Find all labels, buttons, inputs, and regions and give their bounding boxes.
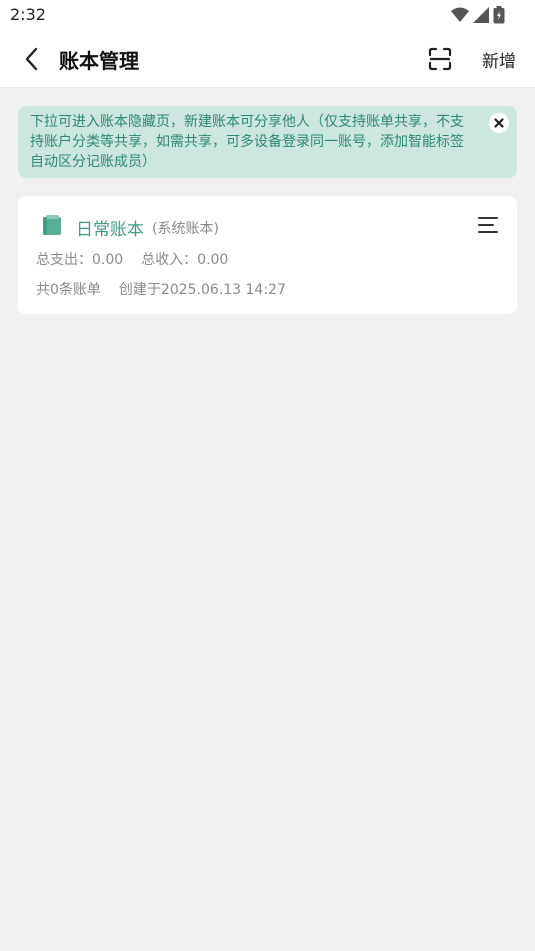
menu-icon[interactable] [477, 215, 499, 235]
wifi-icon [451, 7, 469, 22]
scan-icon [428, 47, 452, 71]
chevron-left-icon [25, 47, 38, 71]
book-created: 创建于2025.06.13 14:27 [118, 282, 286, 298]
book-tag: (系统账本) [152, 221, 219, 237]
notice-banner: 下拉可进入账本隐藏页，新建账本可分享他人（仅支持账单共享，不支持账户分类等共享，… [18, 106, 517, 178]
status-time: 2:32 [10, 5, 46, 24]
add-book-button[interactable]: 新增 [482, 47, 516, 72]
book-name: 日常账本 [76, 220, 144, 240]
notice-close-button[interactable] [489, 113, 509, 133]
battery-icon [493, 6, 505, 24]
notice-text: 下拉可进入账本隐藏页，新建账本可分享他人（仅支持账单共享，不支持账户分类等共享，… [30, 114, 464, 170]
book-meta: 共0条账单 创建于2025.06.13 14:27 [36, 279, 286, 299]
status-icons [451, 6, 505, 24]
book-stats: 总支出：0.00 总收入：0.00 [36, 249, 228, 269]
book-icon [43, 215, 61, 235]
book-count: 共0条账单 [36, 282, 101, 298]
signal-icon [473, 7, 489, 23]
book-card[interactable]: 日常账本 (系统账本) 总支出：0.00 总收入：0.00 共0条账单 创建于202… [18, 196, 517, 314]
close-icon [494, 118, 504, 128]
scan-button[interactable] [425, 44, 455, 74]
back-button[interactable] [16, 44, 46, 74]
app-bar: 账本管理 新增 [0, 30, 535, 88]
book-income: 总收入：0.00 [141, 252, 229, 268]
status-bar: 2:32 [0, 0, 535, 30]
book-expense: 总支出：0.00 [36, 252, 124, 268]
page-title: 账本管理 [59, 49, 139, 73]
